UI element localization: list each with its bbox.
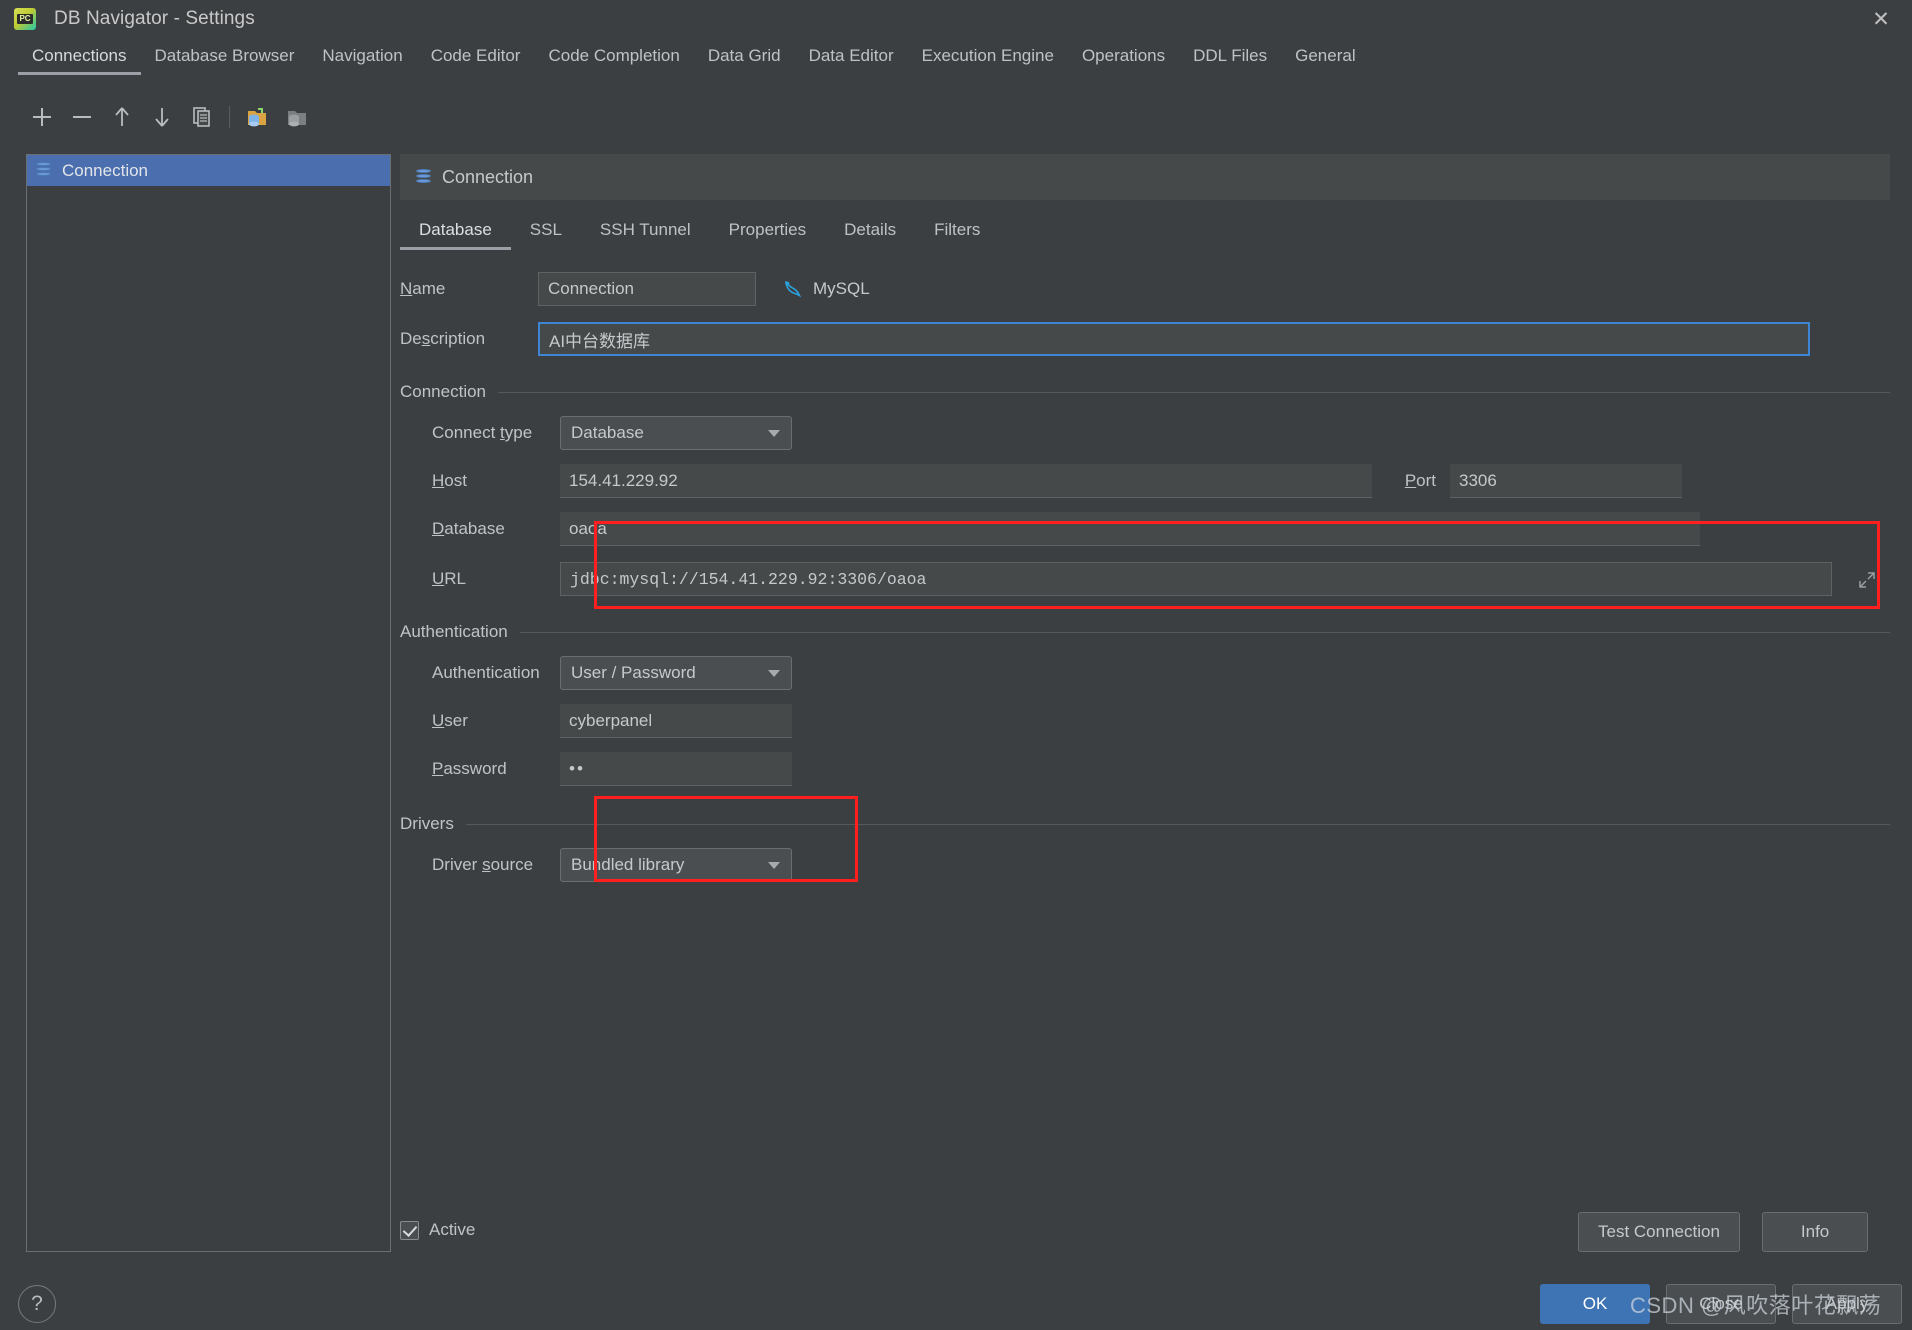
tab-database-browser[interactable]: Database Browser: [141, 44, 309, 75]
help-button[interactable]: ?: [18, 1285, 56, 1323]
ok-button[interactable]: OK: [1540, 1284, 1650, 1324]
test-buttons-row: Test Connection Info: [1578, 1212, 1869, 1252]
description-label: Description: [400, 329, 486, 348]
subtab-details[interactable]: Details: [825, 216, 915, 250]
add-connection-button[interactable]: [22, 100, 62, 134]
connection-settings-panel: Connection Database SSL SSH Tunnel Prope…: [400, 154, 1890, 1252]
toolbar-separator: [229, 106, 230, 128]
authentication-value: User / Password: [571, 663, 696, 682]
connect-type-value: Database: [571, 423, 644, 442]
url-label: URL: [432, 569, 467, 588]
pycharm-icon: [14, 8, 36, 30]
close-button[interactable]: Close: [1666, 1284, 1776, 1324]
subtab-ssh-tunnel[interactable]: SSH Tunnel: [581, 216, 710, 250]
settings-window: DB Navigator - Settings ✕ Connections Da…: [0, 0, 1912, 1330]
arrow-up-icon: [115, 107, 129, 126]
tab-data-grid[interactable]: Data Grid: [694, 44, 795, 75]
dialog-buttons-row: OK Close Apply: [1540, 1284, 1902, 1324]
move-up-button[interactable]: [102, 100, 142, 134]
description-input[interactable]: [538, 322, 1810, 356]
user-input[interactable]: [560, 704, 792, 738]
tab-data-editor[interactable]: Data Editor: [795, 44, 908, 75]
chevron-down-icon: [768, 670, 780, 677]
section-divider: [465, 823, 1890, 825]
title-bar: DB Navigator - Settings ✕: [0, 0, 1912, 38]
connection-list-panel[interactable]: Connection: [26, 154, 391, 1252]
expand-icon[interactable]: [1858, 571, 1876, 589]
chevron-down-icon: [768, 430, 780, 437]
tab-navigation[interactable]: Navigation: [308, 44, 416, 75]
minus-icon: [73, 108, 91, 126]
port-input[interactable]: [1450, 464, 1682, 498]
name-input[interactable]: [538, 272, 756, 306]
export-folder-icon: [288, 111, 306, 127]
url-input[interactable]: [560, 562, 1832, 596]
password-label: Password: [432, 759, 507, 778]
section-divider: [519, 631, 1890, 633]
copy-icon: [193, 107, 210, 127]
info-button[interactable]: Info: [1761, 1212, 1869, 1252]
apply-button[interactable]: Apply: [1792, 1284, 1902, 1324]
settings-tab-bar: Connections Database Browser Navigation …: [0, 44, 1912, 80]
tab-ddl-files[interactable]: DDL Files: [1179, 44, 1281, 75]
tab-code-editor[interactable]: Code Editor: [417, 44, 535, 75]
active-checkbox[interactable]: [400, 1220, 419, 1240]
subtab-filters[interactable]: Filters: [915, 216, 999, 250]
list-item-connection[interactable]: Connection: [27, 155, 390, 186]
chevron-down-icon: [768, 862, 780, 869]
connect-type-label: Connect type: [432, 423, 533, 442]
import-connection-button[interactable]: [237, 100, 277, 134]
driver-source-label: Driver source: [432, 855, 534, 874]
database-type-label: MySQL: [813, 279, 870, 298]
import-folder-icon: [248, 108, 266, 127]
window-title: DB Navigator - Settings: [54, 8, 255, 29]
drivers-section-title: Drivers: [400, 814, 454, 833]
name-label: Name: [400, 279, 446, 298]
driver-source-select[interactable]: Bundled library: [560, 848, 792, 882]
subtab-properties[interactable]: Properties: [710, 216, 825, 250]
driver-source-value: Bundled library: [571, 855, 685, 874]
connection-section-title: Connection: [400, 382, 487, 401]
authentication-label: Authentication: [432, 663, 540, 682]
plus-icon: [33, 108, 51, 126]
database-input[interactable]: [560, 512, 1700, 546]
connection-sub-tab-bar: Database SSL SSH Tunnel Properties Detai…: [400, 216, 1890, 250]
test-connection-button[interactable]: Test Connection: [1578, 1212, 1740, 1252]
export-connection-button[interactable]: [277, 100, 317, 134]
authentication-select[interactable]: User / Password: [560, 656, 792, 690]
tab-execution-engine[interactable]: Execution Engine: [908, 44, 1068, 75]
database-icon: [416, 168, 431, 186]
database-label: Database: [432, 519, 505, 538]
port-label: Port: [1404, 471, 1436, 490]
active-label: Active: [429, 1220, 476, 1239]
tab-code-completion[interactable]: Code Completion: [534, 44, 693, 75]
subtab-database[interactable]: Database: [400, 216, 511, 250]
move-down-button[interactable]: [142, 100, 182, 134]
tab-operations[interactable]: Operations: [1068, 44, 1179, 75]
section-divider: [498, 391, 1890, 393]
authentication-section-title: Authentication: [400, 622, 508, 641]
host-input[interactable]: [560, 464, 1372, 498]
user-label: User: [432, 711, 468, 730]
mysql-dolphin-icon: [784, 280, 802, 298]
duplicate-connection-button[interactable]: [182, 100, 222, 134]
remove-connection-button[interactable]: [62, 100, 102, 134]
list-item-label: Connection: [62, 160, 149, 180]
connect-type-select[interactable]: Database: [560, 416, 792, 450]
host-label: Host: [432, 471, 467, 490]
tab-general[interactable]: General: [1281, 44, 1369, 75]
close-icon[interactable]: ✕: [1868, 6, 1894, 32]
connection-header: Connection: [400, 154, 1890, 200]
arrow-down-icon: [155, 108, 169, 127]
connection-header-title: Connection: [442, 166, 534, 187]
tab-connections[interactable]: Connections: [18, 44, 141, 75]
connections-toolbar: [22, 100, 317, 134]
database-form: Name MySQL Description Connection: [400, 272, 1890, 882]
password-input[interactable]: [560, 752, 792, 786]
subtab-ssl[interactable]: SSL: [511, 216, 581, 250]
active-checkbox-row[interactable]: Active: [400, 1220, 475, 1240]
database-icon: [36, 162, 51, 179]
